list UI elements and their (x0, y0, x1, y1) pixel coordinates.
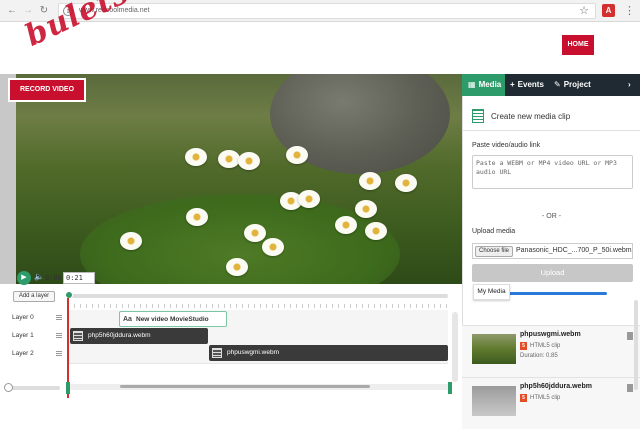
my-media-tab[interactable]: My Media (473, 284, 510, 300)
panel-scrollbar[interactable] (634, 300, 638, 390)
selected-file-name: Panasonic_HDC_...700_P_50i.webm (516, 247, 632, 254)
media-list-item[interactable]: phpuswgmi.webm 5 HTML5 clip Duration: 0.8… (462, 325, 640, 377)
timeline-clip[interactable]: Aa New video MovieStudio (119, 311, 227, 327)
time-ruler (68, 304, 448, 308)
play-button[interactable]: ▶ (17, 271, 31, 285)
layer-label: Layer 0 (12, 314, 34, 321)
bookmark-star-icon[interactable]: ☆ (579, 4, 589, 17)
back-icon[interactable]: ← (6, 5, 18, 17)
scroll-handle-left[interactable] (66, 382, 70, 394)
drag-handle-icon[interactable] (56, 333, 62, 339)
layer-label: Layer 1 (12, 332, 34, 339)
volume-icon[interactable]: 🔈 (34, 272, 44, 281)
record-video-button[interactable]: RECORD VIDEO (8, 78, 86, 102)
html5-icon: 5 (520, 342, 527, 350)
media-thumbnail (472, 386, 516, 416)
zoom-slider[interactable] (5, 386, 60, 390)
tab-media[interactable]: ▦ Media (462, 74, 505, 96)
address-bar[interactable]: i www.redcoolmedia.net ☆ (58, 3, 596, 19)
film-icon: ▦ (468, 80, 476, 89)
paste-link-label: Paste video/audio link (472, 142, 541, 149)
media-name: php5h60jddura.webm (520, 383, 592, 390)
film-icon (212, 348, 222, 358)
media-name: phpuswgmi.webm (520, 331, 581, 338)
layer-label: Layer 2 (12, 350, 34, 357)
tab-project[interactable]: ✎ Project (554, 74, 604, 96)
timeline-vertical-scrollbar[interactable] (452, 312, 458, 382)
chevron-right-icon[interactable]: › (628, 74, 640, 96)
duration-field[interactable]: 0:21 (63, 272, 95, 284)
timeline-horizontal-scrollbar[interactable] (66, 384, 452, 390)
media-duration: Duration: 0.85 (520, 353, 558, 359)
timeline-clip[interactable]: php5h60jddura.webm (70, 328, 208, 344)
scroll-handle-right[interactable] (448, 382, 452, 394)
divider (462, 130, 640, 131)
plus-icon: + (510, 80, 515, 89)
media-list-item[interactable]: php5h60jddura.webm 5 HTML5 clip (462, 377, 640, 429)
trash-icon[interactable] (627, 384, 633, 392)
media-type: 5 HTML5 clip (520, 394, 560, 402)
media-type: 5 HTML5 clip (520, 342, 560, 350)
create-media-heading: Create new media clip (491, 112, 571, 121)
choose-file-button[interactable]: Choose file (475, 246, 513, 257)
add-layer-button[interactable]: Add a layer (13, 291, 55, 302)
timeline-scrubber[interactable] (68, 294, 448, 298)
zoom-handle[interactable] (4, 383, 13, 392)
film-icon (73, 331, 83, 341)
home-button[interactable]: HOME (562, 35, 594, 55)
drag-handle-icon[interactable] (56, 315, 62, 321)
text-icon: Aa (123, 316, 132, 323)
panel-tabs: ▦ Media + Events ✎ Project › (462, 74, 640, 96)
or-separator: - OR - (542, 213, 562, 220)
film-strip-icon (472, 109, 484, 123)
trash-icon[interactable] (627, 332, 633, 340)
browser-menu-icon[interactable]: ⋮ (624, 4, 635, 18)
media-url-input[interactable]: Paste a WEBM or MP4 video URL or MP3 aud… (472, 155, 633, 189)
video-preview (0, 74, 462, 284)
upload-media-label: Upload media (472, 228, 516, 235)
edit-icon: ✎ (554, 80, 561, 89)
html5-icon: 5 (520, 394, 527, 402)
timeline-clip[interactable]: phpuswgmi.webm (209, 345, 448, 361)
extension-icon[interactable]: A (602, 4, 615, 17)
upload-button[interactable]: Upload (472, 264, 633, 282)
tab-events[interactable]: + Events (510, 74, 556, 96)
drag-handle-icon[interactable] (56, 351, 62, 357)
media-thumbnail (472, 334, 516, 364)
